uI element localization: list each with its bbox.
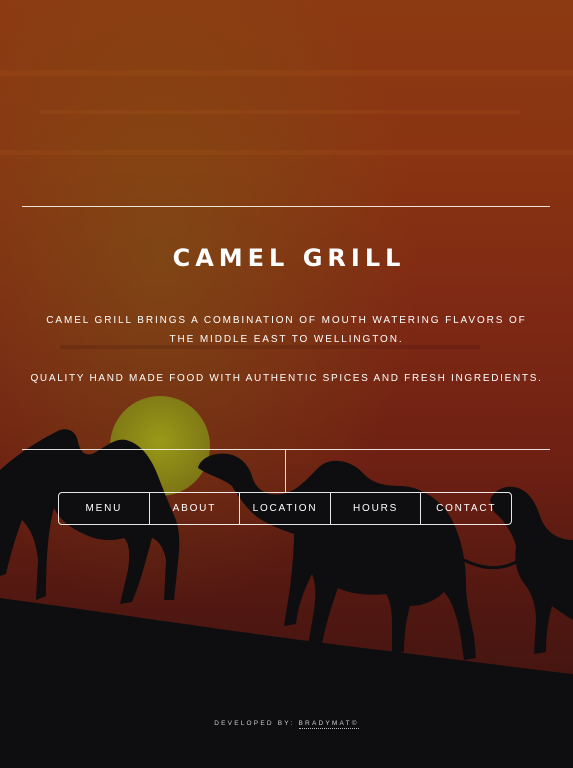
nav-item-contact[interactable]: CONTACT	[420, 493, 511, 524]
nav-item-location[interactable]: LOCATION	[239, 493, 330, 524]
center-connector-line	[285, 450, 286, 492]
tagline-text: QUALITY HAND MADE FOOD WITH AUTHENTIC SP…	[30, 373, 543, 384]
footer-prefix: DEVELOPED BY:	[214, 720, 295, 727]
top-divider	[22, 206, 550, 207]
sunset-camel-background	[0, 0, 573, 768]
page-title: CAMEL GRILL	[172, 244, 406, 272]
bottom-divider	[22, 449, 550, 450]
landing-page: CAMEL GRILL CAMEL GRILL BRINGS A COMBINA…	[0, 0, 573, 768]
developer-link[interactable]: BRADYMAT©	[298, 720, 359, 729]
footer-credit: DEVELOPED BY: BRADYMAT©	[0, 720, 573, 729]
nav-item-menu[interactable]: MENU	[59, 493, 149, 524]
nav-item-about[interactable]: ABOUT	[148, 493, 240, 524]
nav-item-hours[interactable]: HOURS	[329, 493, 421, 524]
main-nav: MENU ABOUT LOCATION HOURS CONTACT	[58, 492, 512, 525]
intro-text: CAMEL GRILL BRINGS A COMBINATION OF MOUT…	[46, 315, 527, 345]
